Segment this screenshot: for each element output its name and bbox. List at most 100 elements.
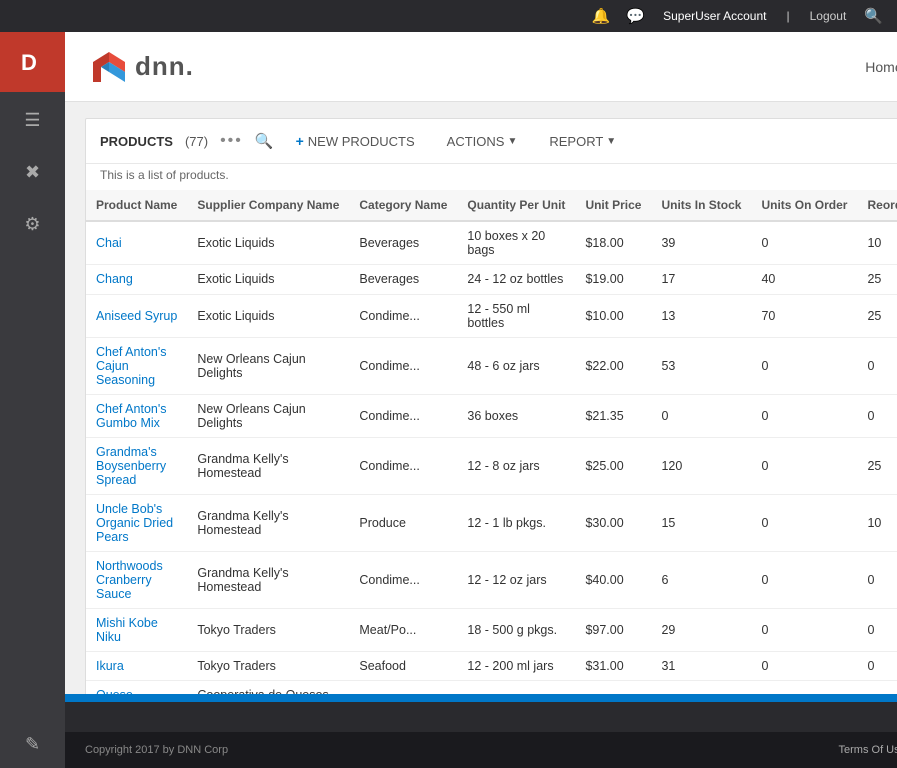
topbar-search-icon[interactable]: 🔍 xyxy=(858,7,889,25)
cell-qty: 12 - 1 lb pkgs. xyxy=(457,494,575,551)
cell-qty: 12 - 550 ml bottles xyxy=(457,294,575,337)
cell-stock: 0 xyxy=(651,394,751,437)
product-name-link[interactable]: Chef Anton's Cajun Seasoning xyxy=(96,345,167,387)
header-logo: dnn. xyxy=(89,48,194,86)
product-name-link[interactable]: Aniseed Syrup xyxy=(96,309,177,323)
cell-price: $18.00 xyxy=(575,221,651,265)
col-price: Unit Price xyxy=(575,190,651,221)
cell-supplier: Grandma Kelly's Homestead xyxy=(187,551,349,608)
cell-reorder: 30 xyxy=(857,681,897,694)
product-name-link[interactable]: Mishi Kobe Niku xyxy=(96,616,158,644)
table-row: Aniseed Syrup Exotic Liquids Condime... … xyxy=(86,294,897,337)
toolbar-more-icon[interactable]: ••• xyxy=(220,132,243,150)
logout-button[interactable]: Logout xyxy=(802,0,855,32)
cell-name: Chef Anton's Gumbo Mix xyxy=(86,394,187,437)
actions-dropdown[interactable]: ACTIONS ▼ xyxy=(437,130,528,153)
cell-stock: 22 xyxy=(651,681,751,694)
product-name-link[interactable]: Ikura xyxy=(96,659,124,673)
sidebar-settings-icon[interactable]: ⚙ xyxy=(0,200,65,248)
products-count: (77) xyxy=(185,134,208,149)
topbar-separator: | xyxy=(778,0,797,32)
nav-home[interactable]: Home xyxy=(845,32,897,102)
products-title: PRODUCTS xyxy=(100,134,173,149)
table-row: Grandma's Boysenberry Spread Grandma Kel… xyxy=(86,437,897,494)
cell-stock: 17 xyxy=(651,265,751,295)
terms-link[interactable]: Terms Of Use xyxy=(839,744,897,756)
cell-price: $40.00 xyxy=(575,551,651,608)
cell-category: Beverages xyxy=(349,265,457,295)
cell-qty: 1 kg pkg. xyxy=(457,681,575,694)
table-row: Chef Anton's Gumbo Mix New Orleans Cajun… xyxy=(86,394,897,437)
cell-name: Chai xyxy=(86,221,187,265)
product-name-link[interactable]: Chang xyxy=(96,272,133,286)
product-name-link[interactable]: Chai xyxy=(96,236,122,250)
page-subtitle: This is a list of products. xyxy=(86,164,897,190)
cell-order: 70 xyxy=(751,294,857,337)
sidebar-tools-icon[interactable]: ✖ xyxy=(0,148,65,196)
cell-name: Chang xyxy=(86,265,187,295)
new-products-button[interactable]: + NEW PRODUCTS xyxy=(286,129,425,153)
col-reorder: Reorder Level xyxy=(857,190,897,221)
cell-reorder: 10 xyxy=(857,494,897,551)
product-name-link[interactable]: Northwoods Cranberry Sauce xyxy=(96,559,163,601)
sidebar-logo[interactable]: D xyxy=(0,32,65,92)
cell-price: $22.00 xyxy=(575,337,651,394)
products-table: Product Name Supplier Company Name Categ… xyxy=(86,190,897,694)
cell-qty: 48 - 6 oz jars xyxy=(457,337,575,394)
products-toolbar: PRODUCTS (77) ••• 🔍 + NEW PRODUCTS ACTIO… xyxy=(86,119,897,164)
cell-qty: 12 - 8 oz jars xyxy=(457,437,575,494)
cell-qty: 24 - 12 oz bottles xyxy=(457,265,575,295)
cell-category: Beverages xyxy=(349,221,457,265)
cell-order: 0 xyxy=(751,337,857,394)
cell-price: $25.00 xyxy=(575,437,651,494)
report-dropdown[interactable]: REPORT ▼ xyxy=(539,130,626,153)
cell-supplier: Exotic Liquids xyxy=(187,221,349,265)
actions-caret-icon: ▼ xyxy=(507,136,517,147)
cell-qty: 36 boxes xyxy=(457,394,575,437)
cell-price: $21.35 xyxy=(575,394,651,437)
product-name-link[interactable]: Grandma's Boysenberry Spread xyxy=(96,445,166,487)
sidebar: D ☰ ✖ ⚙ ✎ xyxy=(0,32,65,768)
cell-reorder: 25 xyxy=(857,265,897,295)
cell-stock: 15 xyxy=(651,494,751,551)
cell-qty: 12 - 12 oz jars xyxy=(457,551,575,608)
table-row: Chef Anton's Cajun Seasoning New Orleans… xyxy=(86,337,897,394)
header-logo-text: dnn. xyxy=(135,51,194,82)
cell-supplier: Cooperativa de Quesos 'Las Cabras' xyxy=(187,681,349,694)
sidebar-menu-icon[interactable]: ☰ xyxy=(0,96,65,144)
cell-reorder: 0 xyxy=(857,394,897,437)
copyright-text: Copyright 2017 by DNN Corp xyxy=(85,744,228,756)
cell-order: 0 xyxy=(751,394,857,437)
cell-price: $97.00 xyxy=(575,608,651,651)
cell-order: 0 xyxy=(751,551,857,608)
table-row: Queso Cabrales Cooperativa de Quesos 'La… xyxy=(86,681,897,694)
cell-stock: 53 xyxy=(651,337,751,394)
product-name-link[interactable]: Chef Anton's Gumbo Mix xyxy=(96,402,167,430)
dnn-logo-icon: D xyxy=(15,44,51,80)
sidebar-edit-icon[interactable]: ✎ xyxy=(0,720,65,768)
product-name-link[interactable]: Uncle Bob's Organic Dried Pears xyxy=(96,502,173,544)
cell-supplier: Exotic Liquids xyxy=(187,294,349,337)
chat-icon[interactable]: 💬 xyxy=(620,7,651,25)
cell-reorder: 0 xyxy=(857,651,897,681)
username-label[interactable]: SuperUser Account xyxy=(655,0,774,32)
cell-stock: 31 xyxy=(651,651,751,681)
cell-category: Meat/Po... xyxy=(349,608,457,651)
notification-icon[interactable]: 🔔 xyxy=(586,7,617,25)
cell-name: Uncle Bob's Organic Dried Pears xyxy=(86,494,187,551)
report-caret-icon: ▼ xyxy=(606,136,616,147)
col-order: Units On Order xyxy=(751,190,857,221)
cell-name: Chef Anton's Cajun Seasoning xyxy=(86,337,187,394)
cell-reorder: 0 xyxy=(857,337,897,394)
cell-reorder: 25 xyxy=(857,437,897,494)
header-logo-icon xyxy=(89,48,127,86)
cell-supplier: New Orleans Cajun Delights xyxy=(187,394,349,437)
table-header-row: Product Name Supplier Company Name Categ… xyxy=(86,190,897,221)
cell-category: Condime... xyxy=(349,294,457,337)
table-row: Uncle Bob's Organic Dried Pears Grandma … xyxy=(86,494,897,551)
cell-order: 0 xyxy=(751,494,857,551)
toolbar-search-icon[interactable]: 🔍 xyxy=(255,132,274,150)
table-row: Chang Exotic Liquids Beverages 24 - 12 o… xyxy=(86,265,897,295)
header: dnn. Home Products xyxy=(65,32,897,102)
col-category: Category Name xyxy=(349,190,457,221)
